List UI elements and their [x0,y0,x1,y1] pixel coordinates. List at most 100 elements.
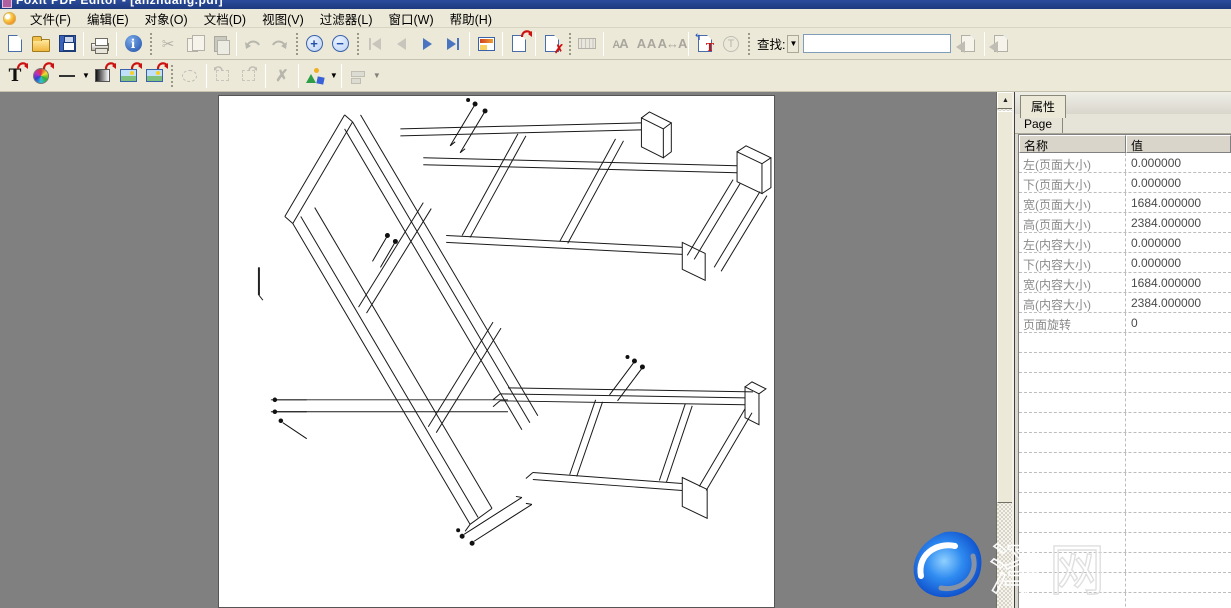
application-window: Foxit PDF Editor - [anzhuang.pdf] 文件(F)编… [0,0,1231,608]
document-info-button[interactable]: i [120,31,146,57]
vertical-scrollbar[interactable]: ▲ [996,92,1014,608]
shading-button[interactable] [90,63,116,89]
print-icon [91,43,109,51]
delete-page-button[interactable]: ✗ [539,31,565,57]
rotate-page-button[interactable] [506,31,532,57]
char-spacing-button[interactable]: A↔A [659,31,685,57]
lasso-select-button[interactable] [177,63,203,89]
add-text-button[interactable]: T ↰ [692,31,718,57]
scroll-up-button[interactable]: ▲ [997,92,1014,109]
edit-text-button[interactable]: T [2,63,28,89]
foxit-logo-icon[interactable] [3,12,16,25]
property-value[interactable]: 0.000000 [1126,233,1231,252]
rotate-left-button[interactable] [210,63,236,89]
menu-object[interactable]: 对象(O) [137,7,196,30]
delete-object-button[interactable]: ✗ [269,63,295,89]
separator [535,32,536,56]
property-name [1019,553,1126,572]
menu-file[interactable]: 文件(F) [22,7,79,30]
property-value [1126,493,1231,512]
open-button[interactable] [28,31,54,57]
property-value[interactable]: 0.000000 [1126,253,1231,272]
page-layout-icon [478,37,495,51]
copy-button[interactable] [181,31,207,57]
zoom-in-button[interactable]: + [301,31,327,57]
property-value [1126,593,1231,608]
new-document-button[interactable] [2,31,28,57]
font-size-button[interactable]: A A [633,31,659,57]
first-page-button[interactable] [362,31,388,57]
color-picker-button[interactable] [28,63,54,89]
align-dropdown[interactable]: ▼ [373,71,381,80]
pdf-page[interactable] [218,95,775,608]
toolbar-grip[interactable] [356,33,359,55]
keyboard-button[interactable] [574,31,600,57]
table-row-empty [1019,453,1231,473]
property-name [1019,593,1126,608]
menu-filter[interactable]: 过滤器(L) [312,7,381,30]
previous-page-button[interactable] [388,31,414,57]
property-value [1126,433,1231,452]
property-value[interactable]: 2384.000000 [1126,213,1231,232]
next-page-button[interactable] [414,31,440,57]
table-row-empty [1019,353,1231,373]
property-value[interactable]: 0 [1126,313,1231,332]
table-row-empty [1019,573,1231,593]
property-value[interactable]: 2384.000000 [1126,293,1231,312]
redo-button[interactable] [266,31,292,57]
menu-document[interactable]: 文档(D) [196,7,254,30]
menu-view[interactable]: 视图(V) [254,7,312,30]
shapes-button[interactable] [302,63,328,89]
rotate-right-button[interactable] [236,63,262,89]
undo-icon [244,37,262,50]
cut-button[interactable]: ✂ [155,31,181,57]
property-name [1019,453,1126,472]
find-next-button[interactable] [955,31,981,57]
shapes-dropdown[interactable]: ▼ [330,71,338,80]
align-button[interactable] [345,63,371,89]
find-previous-button[interactable] [988,31,1014,57]
line-style-dropdown[interactable]: ▼ [82,71,90,80]
page-layout-button[interactable] [473,31,499,57]
zoom-out-button[interactable]: − [327,31,353,57]
menu-edit[interactable]: 编辑(E) [79,7,137,30]
column-header-name: 名称 [1019,135,1126,153]
font-replace-button[interactable]: AA [607,31,633,57]
property-value[interactable]: 1684.000000 [1126,193,1231,212]
properties-tab[interactable]: 属性 [1020,95,1066,118]
scrollbar-thumb[interactable] [997,111,1014,503]
property-name [1019,513,1126,532]
line-style-button[interactable] [54,63,80,89]
print-button[interactable] [87,31,113,57]
undo-button[interactable] [240,31,266,57]
property-value[interactable]: 0.000000 [1126,153,1231,172]
toolbar-grip[interactable] [295,33,298,55]
toolbar-grip[interactable] [568,33,571,55]
font-replace-icon: AA [612,36,627,51]
menu-window[interactable]: 窗口(W) [381,7,442,30]
separator [502,32,503,56]
property-value[interactable]: 0.000000 [1126,173,1231,192]
toolbar-grip[interactable] [171,65,174,87]
menu-help[interactable]: 帮助(H) [442,7,500,30]
table-row: 宽(页面大小)1684.000000 [1019,193,1231,213]
table-row-empty [1019,553,1231,573]
paste-button[interactable] [207,31,233,57]
find-input[interactable] [803,34,951,53]
table-row: 宽(内容大小)1684.000000 [1019,273,1231,293]
save-button[interactable] [54,31,80,57]
property-value [1126,533,1231,552]
property-name [1019,413,1126,432]
edit-image-button[interactable] [116,63,142,89]
column-header-value: 值 [1126,135,1231,153]
text-circle-button[interactable]: T [718,31,744,57]
property-value [1126,473,1231,492]
toolbar-grip[interactable] [747,33,750,55]
find-options-dropdown[interactable]: ▼ [787,35,799,53]
last-page-button[interactable] [440,31,466,57]
new-document-icon [8,35,22,52]
toolbar-grip[interactable] [149,33,152,55]
add-image-button[interactable] [142,63,168,89]
property-value[interactable]: 1684.000000 [1126,273,1231,292]
document-canvas[interactable] [0,92,996,608]
